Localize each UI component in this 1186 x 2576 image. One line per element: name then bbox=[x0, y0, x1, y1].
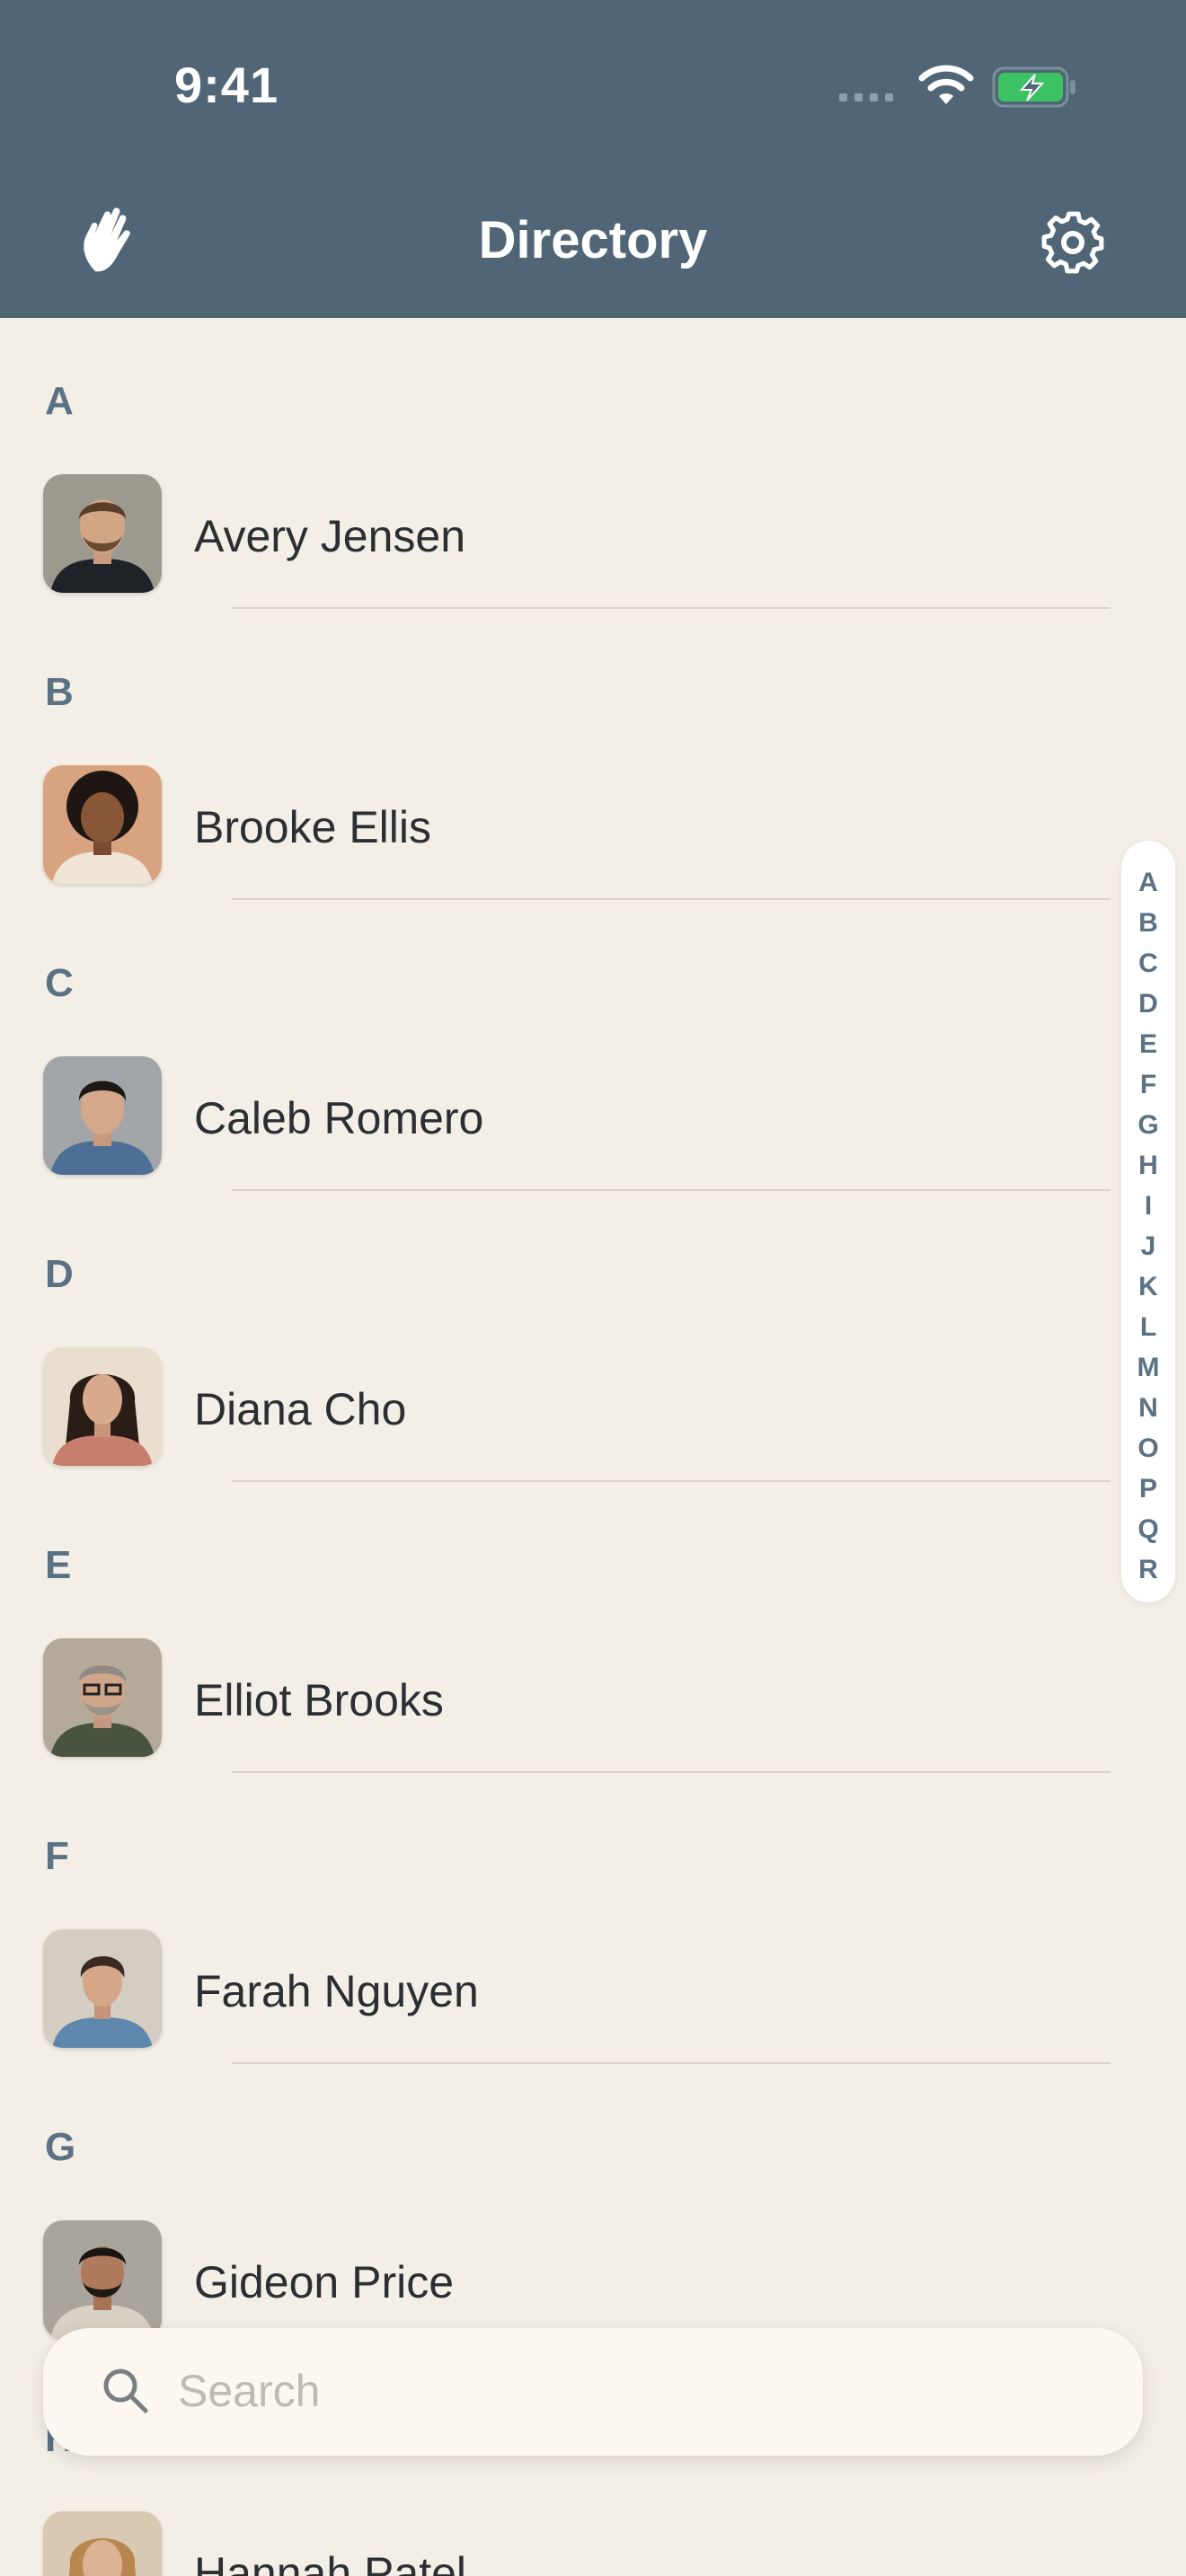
contact-name: Gideon Price bbox=[194, 2257, 455, 2307]
avatar bbox=[43, 1638, 162, 1757]
index-letter[interactable]: K bbox=[1121, 1266, 1175, 1307]
section-header: C bbox=[45, 961, 74, 1005]
status-time: 9:41 bbox=[174, 57, 279, 113]
contact-row[interactable]: Elliot Brooks bbox=[0, 1638, 1186, 1764]
index-letter[interactable]: N bbox=[1121, 1388, 1175, 1428]
search-icon bbox=[103, 2369, 148, 2413]
avatar bbox=[43, 474, 162, 593]
contact-name: Caleb Romero bbox=[194, 1093, 484, 1143]
index-letter[interactable]: D bbox=[1121, 984, 1175, 1024]
contact-row[interactable]: Caleb Romero bbox=[0, 1056, 1186, 1182]
contact-name: Diana Cho bbox=[194, 1384, 407, 1434]
avatar bbox=[43, 1056, 162, 1175]
cellular-signal-icon bbox=[839, 93, 893, 101]
section-d: D Diana Cho bbox=[0, 1191, 1186, 1482]
section-b: B Brooke Ellis bbox=[0, 609, 1186, 900]
index-letter[interactable]: F bbox=[1121, 1064, 1175, 1105]
section-header: F bbox=[45, 1834, 69, 1878]
contact-name: Farah Nguyen bbox=[194, 1966, 479, 2016]
index-letter[interactable]: E bbox=[1121, 1024, 1175, 1064]
index-letter[interactable]: R bbox=[1121, 1549, 1175, 1590]
section-header: G bbox=[45, 2125, 76, 2169]
contact-row[interactable]: Hannah Patel bbox=[0, 2511, 1186, 2576]
alphabet-index[interactable]: ABCDEFGHIJKLMNOPQR bbox=[1121, 841, 1175, 1602]
section-header: E bbox=[45, 1543, 72, 1587]
contact-list: A Avery Jensen B Brooke Ellis C Caleb Ro… bbox=[0, 318, 1186, 2576]
index-letter[interactable]: M bbox=[1121, 1347, 1175, 1388]
contact-row[interactable]: Avery Jensen bbox=[0, 474, 1186, 600]
gear-icon bbox=[1041, 211, 1104, 274]
index-letter[interactable]: P bbox=[1121, 1469, 1175, 1509]
index-letter[interactable]: C bbox=[1121, 943, 1175, 984]
contact-name: Brooke Ellis bbox=[194, 802, 431, 852]
search-bar[interactable] bbox=[43, 2328, 1143, 2456]
avatar bbox=[43, 1929, 162, 2048]
section-header: B bbox=[45, 670, 74, 714]
contact-row[interactable]: Diana Cho bbox=[0, 1347, 1186, 1473]
avatar bbox=[43, 2511, 162, 2576]
contact-row[interactable]: Brooke Ellis bbox=[0, 765, 1186, 891]
avatar bbox=[43, 765, 162, 884]
settings-button[interactable] bbox=[1039, 208, 1107, 277]
page-title: Directory bbox=[478, 211, 708, 269]
section-e: E Elliot Brooks bbox=[0, 1482, 1186, 1773]
index-letter[interactable]: O bbox=[1121, 1428, 1175, 1469]
section-g: G Gideon Price bbox=[0, 2064, 1186, 2355]
index-letter[interactable]: L bbox=[1121, 1307, 1175, 1347]
section-header: D bbox=[45, 1252, 74, 1296]
index-letter[interactable]: A bbox=[1121, 862, 1175, 903]
contact-name: Elliot Brooks bbox=[194, 1675, 444, 1725]
index-letter[interactable]: Q bbox=[1121, 1509, 1175, 1549]
index-letter[interactable]: H bbox=[1121, 1145, 1175, 1186]
section-c: C Caleb Romero bbox=[0, 900, 1186, 1191]
avatar bbox=[43, 2220, 162, 2339]
index-letter[interactable]: B bbox=[1121, 903, 1175, 943]
contact-row[interactable]: Farah Nguyen bbox=[0, 1929, 1186, 2055]
index-letter[interactable]: J bbox=[1121, 1226, 1175, 1266]
index-letter[interactable]: I bbox=[1121, 1186, 1175, 1226]
wifi-icon bbox=[918, 65, 974, 104]
contact-name: Hannah Patel bbox=[194, 2548, 467, 2576]
section-header: A bbox=[45, 379, 74, 423]
index-letter[interactable]: G bbox=[1121, 1105, 1175, 1145]
nav-header: 9:41 Directory bbox=[0, 0, 1186, 318]
contact-name: Avery Jensen bbox=[194, 511, 466, 561]
section-a: A Avery Jensen bbox=[0, 318, 1186, 609]
battery-icon bbox=[992, 66, 1075, 108]
contact-row[interactable]: Gideon Price bbox=[0, 2220, 1186, 2346]
section-f: F Farah Nguyen bbox=[0, 1773, 1186, 2064]
search-input[interactable] bbox=[178, 2355, 1076, 2427]
avatar bbox=[43, 1347, 162, 1466]
